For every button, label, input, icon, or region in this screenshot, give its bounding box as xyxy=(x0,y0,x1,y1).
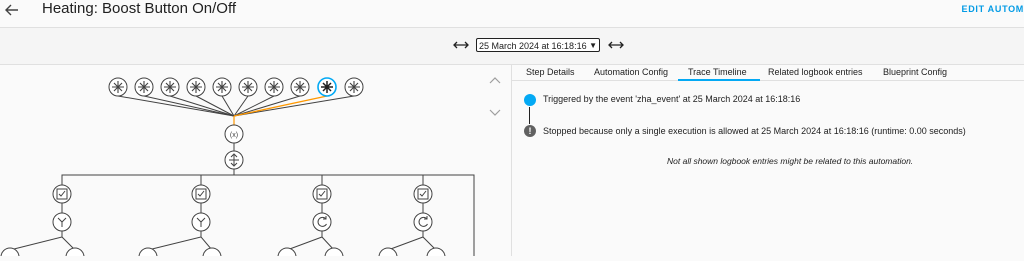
action-node[interactable] xyxy=(1,248,19,256)
active-trace-path xyxy=(234,96,327,116)
choose-node[interactable] xyxy=(225,151,243,169)
tab-trace-timeline[interactable]: Trace Timeline xyxy=(688,67,747,77)
tab-bar: Step Details Automation Config Trace Tim… xyxy=(512,65,1024,81)
alert-icon: ! xyxy=(524,125,536,137)
action-node[interactable] xyxy=(379,248,397,256)
trigger-node[interactable] xyxy=(291,78,309,96)
condition-node[interactable] xyxy=(313,185,331,203)
edit-automation-button[interactable]: EDIT AUTOM xyxy=(962,4,1024,14)
trigger-node[interactable] xyxy=(109,78,127,96)
trigger-connectors xyxy=(118,96,354,116)
trigger-node[interactable] xyxy=(265,78,283,96)
trace-details-panel: Step Details Automation Config Trace Tim… xyxy=(512,65,1024,256)
variables-node[interactable]: (x) xyxy=(225,125,243,143)
tab-related-logbook[interactable]: Related logbook entries xyxy=(768,67,863,77)
chevron-down-icon: ▼ xyxy=(589,39,597,52)
timeline-triggered-text: Triggered by the event 'zha_event' at 25… xyxy=(543,93,800,105)
condition-node[interactable] xyxy=(192,185,210,203)
repeat-node[interactable] xyxy=(414,213,432,231)
trigger-event-icon xyxy=(524,94,536,106)
chevron-up-icon[interactable] xyxy=(490,78,500,83)
repeat-node[interactable] xyxy=(313,213,331,231)
condition-node[interactable] xyxy=(53,185,71,203)
tab-blueprint-config[interactable]: Blueprint Config xyxy=(883,67,947,77)
choose-branches xyxy=(10,169,474,256)
timeline-stopped-text: Stopped because only a single execution … xyxy=(543,125,966,137)
action-node[interactable] xyxy=(278,248,296,256)
chevron-down-icon[interactable] xyxy=(490,110,500,115)
trigger-node[interactable] xyxy=(239,78,257,96)
page-title: Heating: Boost Button On/Off xyxy=(42,0,236,18)
trace-graph: (x) xyxy=(0,65,511,256)
trigger-node[interactable] xyxy=(345,78,363,96)
trace-select[interactable]: 25 March 2024 at 16:18:16 ▼ xyxy=(476,38,600,52)
trigger-node[interactable] xyxy=(187,78,205,96)
action-node[interactable] xyxy=(139,248,157,256)
newer-trace-icon[interactable] xyxy=(607,40,625,50)
trace-select-value: 25 March 2024 at 16:18:16 xyxy=(479,41,587,51)
tab-step-details[interactable]: Step Details xyxy=(526,67,575,77)
tab-automation-config[interactable]: Automation Config xyxy=(594,67,668,77)
older-trace-icon[interactable] xyxy=(452,40,470,50)
condition-node[interactable] xyxy=(414,185,432,203)
logbook-note: Not all shown logbook entries might be r… xyxy=(667,156,913,167)
action-node[interactable] xyxy=(203,248,221,256)
bottom-nodes xyxy=(1,248,445,256)
top-bar: Heating: Boost Button On/Off EDIT AUTOM xyxy=(0,0,1024,28)
trigger-nodes xyxy=(109,78,363,96)
split-node[interactable] xyxy=(53,213,71,231)
action-node[interactable] xyxy=(325,248,343,256)
trigger-node-active[interactable] xyxy=(318,78,336,96)
back-arrow-icon[interactable] xyxy=(4,2,20,18)
action-node[interactable] xyxy=(66,248,84,256)
variable-icon: (x) xyxy=(230,132,238,139)
trigger-node[interactable] xyxy=(161,78,179,96)
timeline-connector xyxy=(529,107,530,124)
active-tab-indicator xyxy=(678,79,760,81)
split-node[interactable] xyxy=(192,213,210,231)
action-node[interactable] xyxy=(427,248,445,256)
trigger-node[interactable] xyxy=(135,78,153,96)
trace-graph-svg: (x) xyxy=(0,65,511,256)
trigger-node[interactable] xyxy=(213,78,231,96)
